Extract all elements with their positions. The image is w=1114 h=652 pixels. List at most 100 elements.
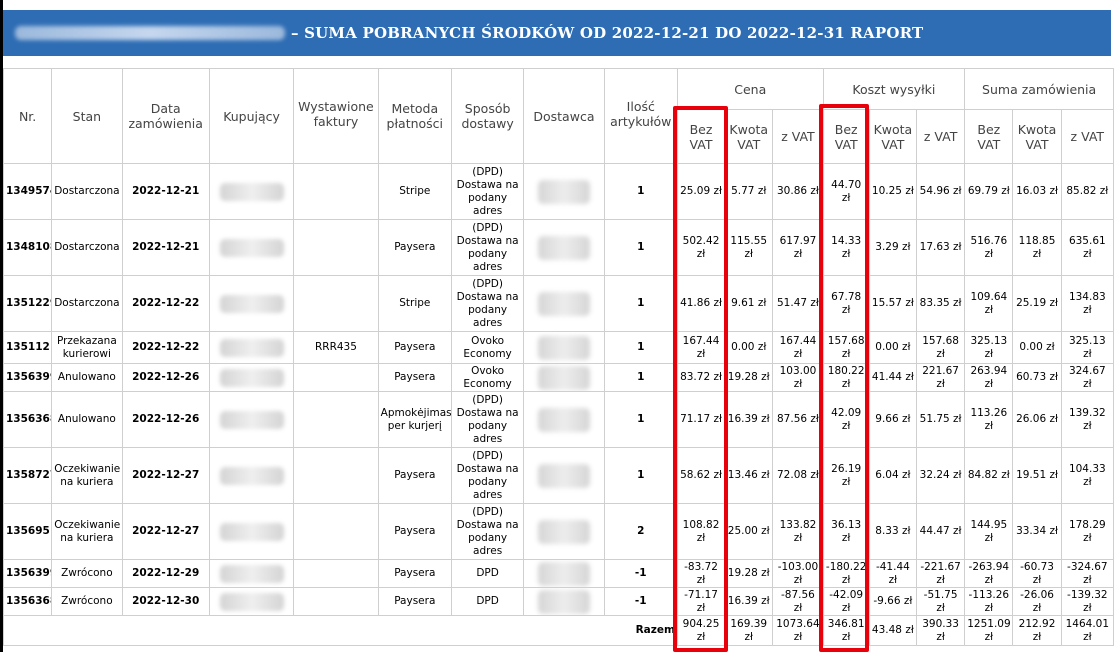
cell-suma-bez-vat: 263.94 zł: [964, 363, 1014, 392]
cell-suma-z-vat: 85.82 zł: [1060, 163, 1114, 220]
cell-suma-z-vat: 178.29 zł: [1060, 503, 1114, 560]
total-c-kw: 169.39 zł: [724, 615, 774, 646]
total-c-z: 1073.64 zł: [772, 615, 824, 646]
cell-dostawca-blurred: [523, 587, 605, 616]
col-suma-z-vat: z VAT: [1060, 109, 1114, 164]
cell-faktura: [293, 391, 379, 448]
table-row: 1356399Zwrócono2022-12-29 PayseraDPD -1-83…: [2, 559, 1114, 588]
cell-nr: 1356368: [2, 587, 53, 616]
cell-suma-z-vat: 104.33 zł: [1060, 447, 1114, 504]
cell-sposob: DPD: [450, 559, 525, 588]
cell-koszt-bez-vat: -42.09 zł: [822, 587, 870, 616]
cell-metoda: Paysera: [377, 219, 452, 276]
blurred-text: [219, 368, 284, 387]
orders-table: Nr. Stan Data zamówienia Kupujący Wystaw…: [2, 68, 1114, 646]
cell-koszt-kwota-vat: 15.57 zł: [868, 275, 917, 332]
cell-metoda: Apmokėjimas per kurjerį: [377, 391, 452, 448]
cell-metoda: Paysera: [377, 363, 452, 392]
cell-koszt-z-vat: 51.75 zł: [915, 391, 966, 448]
totals-label: Razem: [3, 615, 678, 646]
table-row: 1348108Dostarczona2022-12-21 Paysera(DPD)…: [2, 219, 1114, 276]
cell-metoda: Stripe: [377, 275, 452, 332]
cell-koszt-z-vat: -51.75 zł: [915, 587, 966, 616]
cell-nr: 1356399: [2, 363, 53, 392]
cell-stan: Oczekiwanie na kuriera: [51, 503, 123, 560]
cell-sposob: DPD: [450, 587, 525, 616]
cell-suma-bez-vat: 144.95 zł: [964, 503, 1014, 560]
cell-koszt-kwota-vat: 3.29 zł: [868, 219, 917, 276]
cell-sposob: (DPD) Dostawa na podany adres: [450, 503, 525, 560]
cell-koszt-bez-vat: 42.09 zł: [822, 391, 870, 448]
col-koszt-z-vat: z VAT: [915, 109, 966, 164]
cell-suma-kwota-vat: 60.73 zł: [1012, 363, 1062, 392]
cell-nr: 1356951: [2, 503, 53, 560]
total-c-bez: 904.25 zł: [676, 615, 726, 646]
cell-cena-bez-vat: 167.44 zł: [676, 331, 726, 364]
cell-koszt-z-vat: 32.24 zł: [915, 447, 966, 504]
col-dostawca: Dostawca: [523, 68, 605, 164]
col-data: Data zamówienia: [121, 68, 210, 164]
cell-koszt-z-vat: 17.63 zł: [915, 219, 966, 276]
totals-row: Razem 904.25 zł 169.39 zł 1073.64 zł 346.81 …: [3, 615, 1114, 646]
cell-suma-z-vat: 325.13 zł: [1060, 331, 1114, 364]
cell-nr: 1356368: [2, 391, 53, 448]
cell-cena-z-vat: 103.00 zł: [772, 363, 824, 392]
cell-ilosc: 1: [603, 331, 678, 364]
report-title: – SUMA POBRANYCH ŚRODKÓW OD 2022-12-21 D…: [291, 24, 924, 42]
table-row: 1356368Zwrócono2022-12-30 PayseraDPD -1-71…: [2, 587, 1114, 616]
blurred-text: [219, 410, 284, 429]
cell-koszt-kwota-vat: 9.66 zł: [868, 391, 917, 448]
blurred-text: [537, 335, 590, 360]
cell-suma-kwota-vat: 33.34 zł: [1012, 503, 1062, 560]
cell-koszt-bez-vat: 36.13 zł: [822, 503, 870, 560]
cell-suma-z-vat: -324.67 zł: [1060, 559, 1114, 588]
cell-sposob: (DPD) Dostawa na podany adres: [450, 219, 525, 276]
col-cena-kwota-vat: Kwota VAT: [724, 109, 774, 164]
cell-suma-kwota-vat: -60.73 zł: [1012, 559, 1062, 588]
cell-data: 2022-12-27: [121, 447, 210, 504]
cell-metoda: Paysera: [377, 447, 452, 504]
col-stan: Stan: [51, 68, 123, 164]
cell-dostawca-blurred: [523, 559, 605, 588]
cell-data: 2022-12-30: [121, 587, 210, 616]
cell-koszt-z-vat: 221.67 zł: [915, 363, 966, 392]
cell-nr: 1351121: [2, 331, 53, 364]
cell-suma-kwota-vat: 16.03 zł: [1012, 163, 1062, 220]
blurred-text: [219, 564, 284, 583]
cell-cena-kwota-vat: 16.39 zł: [724, 587, 774, 616]
blurred-text: [537, 291, 590, 316]
cell-cena-kwota-vat: 19.28 zł: [724, 559, 774, 588]
cell-cena-z-vat: 133.82 zł: [772, 503, 824, 560]
cell-faktura: RRR435: [293, 331, 379, 364]
cell-suma-bez-vat: 516.76 zł: [964, 219, 1014, 276]
cell-data: 2022-12-22: [121, 331, 210, 364]
col-sposob: Sposób dostawy: [450, 68, 525, 164]
cell-cena-bez-vat: 71.17 zł: [676, 391, 726, 448]
cell-koszt-kwota-vat: 8.33 zł: [868, 503, 917, 560]
cell-cena-kwota-vat: 13.46 zł: [724, 447, 774, 504]
cell-suma-z-vat: 324.67 zł: [1060, 363, 1114, 392]
cell-ilosc: 1: [603, 275, 678, 332]
blurred-text: [537, 365, 590, 390]
cell-cena-z-vat: 167.44 zł: [772, 331, 824, 364]
group-suma-zamowienia: Suma zamówienia: [964, 68, 1114, 110]
cell-data: 2022-12-29: [121, 559, 210, 588]
cell-cena-kwota-vat: 5.77 zł: [724, 163, 774, 220]
cell-cena-bez-vat: 83.72 zł: [676, 363, 726, 392]
report-header: – SUMA POBRANYCH ŚRODKÓW OD 2022-12-21 D…: [3, 10, 1111, 56]
blurred-text: [537, 407, 590, 432]
group-cena: Cena: [676, 68, 824, 110]
cell-stan: Dostarczona: [51, 275, 123, 332]
cell-koszt-kwota-vat: -41.44 zł: [868, 559, 917, 588]
cell-koszt-kwota-vat: 10.25 zł: [868, 163, 917, 220]
col-metoda: Metoda płatności: [377, 68, 452, 164]
cell-cena-kwota-vat: 16.39 zł: [724, 391, 774, 448]
cell-nr: 1356399: [2, 559, 53, 588]
cell-faktura: [293, 275, 379, 332]
cell-suma-kwota-vat: 26.06 zł: [1012, 391, 1062, 448]
cell-cena-kwota-vat: 19.28 zł: [724, 363, 774, 392]
cell-koszt-bez-vat: 67.78 zł: [822, 275, 870, 332]
cell-faktura: [293, 503, 379, 560]
total-s-kw: 212.92 zł: [1012, 615, 1062, 646]
cell-koszt-kwota-vat: 41.44 zł: [868, 363, 917, 392]
